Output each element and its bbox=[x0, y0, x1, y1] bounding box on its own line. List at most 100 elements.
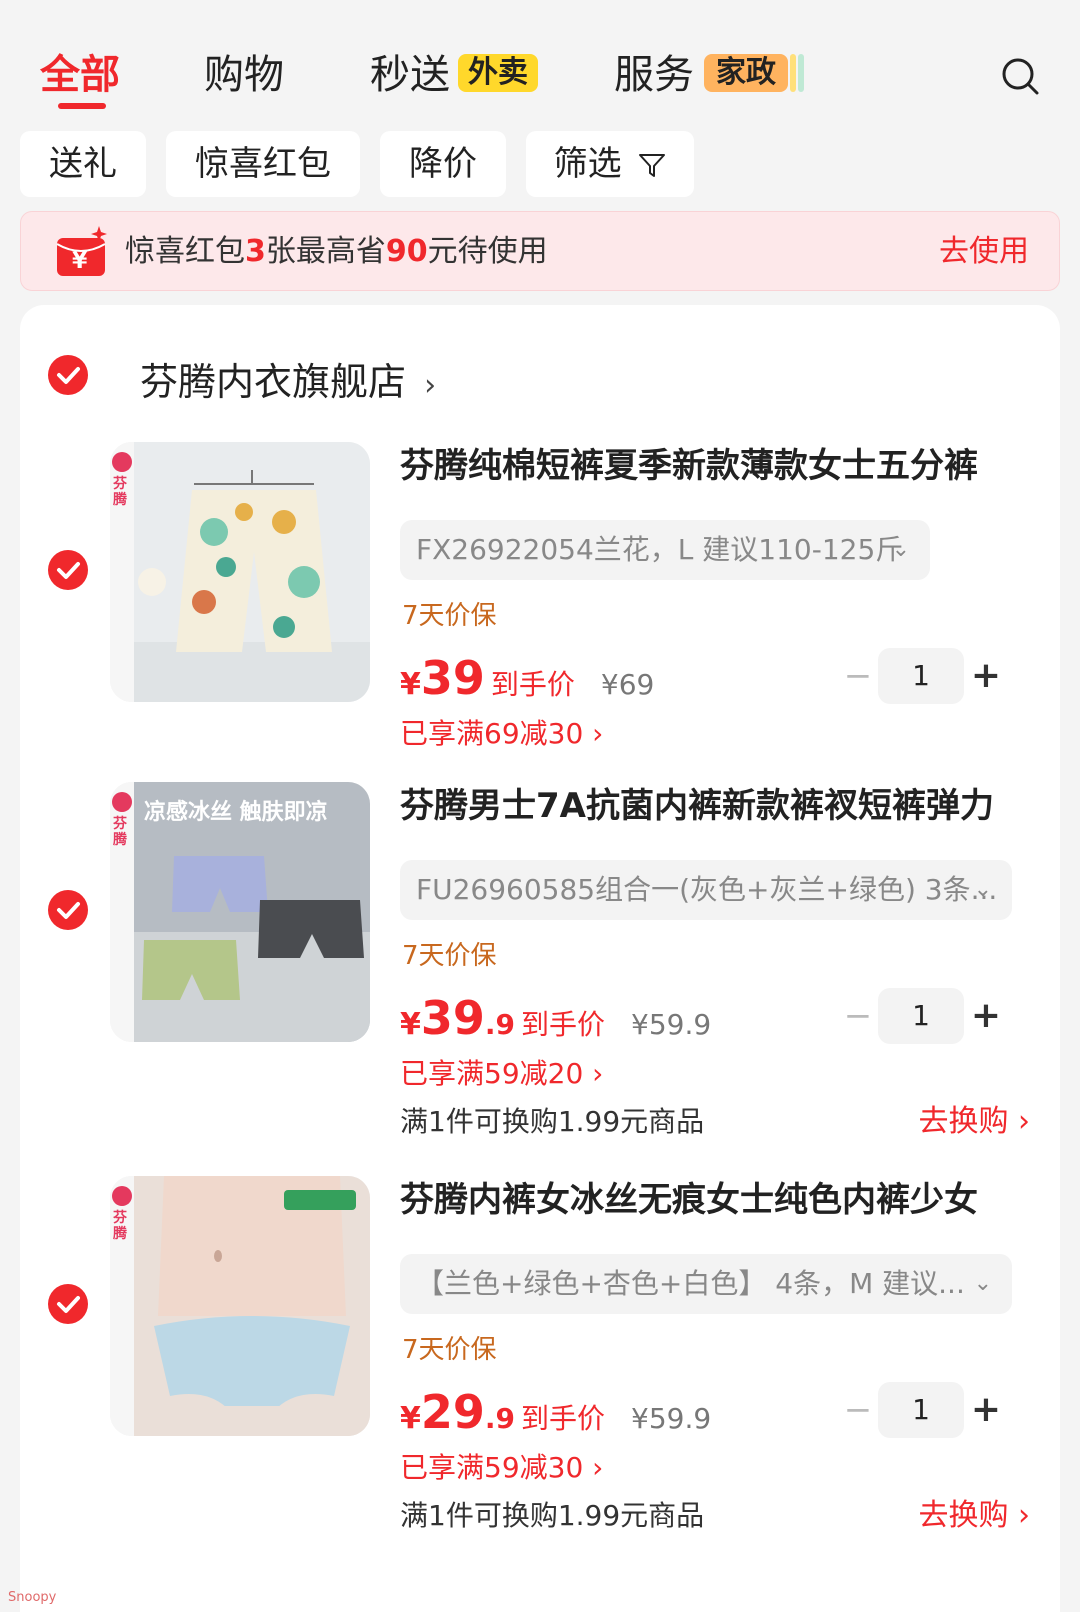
price-guarantee-label: 7天价保 bbox=[402, 601, 497, 631]
decrease-button[interactable]: − bbox=[838, 988, 878, 1044]
final-price: 29 bbox=[420, 1385, 485, 1439]
product-image[interactable]: 芬腾 凉感冰丝 触肤即凉 bbox=[110, 782, 370, 1042]
filter-gift[interactable]: 送礼 bbox=[20, 131, 146, 197]
takeaway-tag: 外卖 bbox=[458, 54, 538, 92]
tab-shopping[interactable]: 购物 bbox=[204, 48, 284, 102]
final-price-label: 到手价 bbox=[521, 1402, 606, 1435]
shorts-image bbox=[134, 442, 370, 702]
brand-strip: 芬腾 bbox=[110, 782, 134, 1042]
sku-text: FU26960585组合一(灰色+灰兰+绿色) 3条... bbox=[416, 873, 998, 906]
price-guarantee-label: 7天价保 bbox=[402, 941, 497, 971]
increase-button[interactable]: + bbox=[964, 1382, 1008, 1438]
quantity-stepper: − 1 + bbox=[838, 988, 1008, 1044]
final-price: 39 bbox=[420, 651, 485, 705]
sku-selector[interactable]: 【兰色+绿色+杏色+白色】 4条，M 建议... ⌄ bbox=[400, 1254, 1012, 1314]
sku-text: 【兰色+绿色+杏色+白色】 4条，M 建议... bbox=[416, 1267, 965, 1300]
swap-purchase-link[interactable]: 去换购 › bbox=[918, 1496, 1030, 1536]
price-row: ¥39 到手价 ¥69 bbox=[400, 651, 655, 705]
brand-text: 芬腾 bbox=[113, 816, 127, 848]
filter-red-packet[interactable]: 惊喜红包 bbox=[166, 131, 360, 197]
product-title[interactable]: 芬腾纯棉短裤夏季新款薄款女士五分裤 bbox=[400, 442, 978, 490]
watermark: Snoopy bbox=[8, 1590, 57, 1605]
promotion-link[interactable]: 已享满69减30 › bbox=[400, 714, 603, 754]
product-title[interactable]: 芬腾内裤女冰丝无痕女士纯色内裤少女 bbox=[400, 1176, 978, 1224]
search-icon[interactable] bbox=[1000, 56, 1040, 96]
funnel-icon bbox=[639, 153, 666, 177]
check-circle-icon[interactable] bbox=[48, 550, 88, 590]
promotion-link[interactable]: 已享满59减30 › bbox=[400, 1448, 603, 1488]
product-image[interactable]: 芬腾 bbox=[110, 1176, 370, 1436]
store-name-link[interactable]: 芬腾内衣旗舰店 › bbox=[140, 355, 436, 413]
tab-all[interactable]: 全部 bbox=[40, 48, 120, 102]
brand-text: 芬腾 bbox=[113, 1210, 127, 1242]
briefs-image bbox=[134, 1176, 370, 1436]
use-red-packet-link[interactable]: 去使用 bbox=[939, 212, 1029, 292]
swap-offer-text: 满1件可换购1.99元商品 bbox=[400, 1499, 705, 1532]
tag-stripe bbox=[798, 54, 804, 92]
red-packet-message: 惊喜红包3张最高省90元待使用 bbox=[125, 234, 548, 269]
tab-instant-delivery[interactable]: 秒送 外卖 bbox=[370, 48, 538, 102]
product-image[interactable]: 芬腾 bbox=[110, 442, 370, 702]
sku-selector[interactable]: FX26922054兰花，L 建议110-125斤 ⌄ bbox=[400, 520, 930, 580]
top-tab-bar: 全部 购物 秒送 外卖 服务 家政 bbox=[0, 0, 1080, 125]
brand-logo-icon bbox=[112, 452, 132, 472]
quantity-input[interactable]: 1 bbox=[878, 648, 964, 704]
quantity-stepper: − 1 + bbox=[838, 648, 1008, 704]
check-circle-icon[interactable] bbox=[48, 1284, 88, 1324]
quantity-stepper: − 1 + bbox=[838, 1382, 1008, 1438]
final-price: 39 bbox=[420, 991, 485, 1045]
chevron-down-icon: ⌄ bbox=[973, 877, 992, 902]
tab-shopping-label: 购物 bbox=[204, 52, 284, 98]
chevron-down-icon: ⌄ bbox=[891, 537, 910, 562]
tab-all-label: 全部 bbox=[40, 52, 120, 98]
red-packet-banner[interactable]: ¥ 惊喜红包3张最高省90元待使用 去使用 bbox=[20, 211, 1060, 291]
price-row: ¥29.9 到手价 ¥59.9 bbox=[400, 1385, 712, 1439]
red-packet-count: 3 bbox=[245, 234, 266, 269]
image-headline: 凉感冰丝 触肤即凉 bbox=[144, 800, 328, 825]
check-circle-icon[interactable] bbox=[48, 355, 88, 395]
decrease-button[interactable]: − bbox=[838, 648, 878, 704]
increase-button[interactable]: + bbox=[964, 988, 1008, 1044]
swap-purchase-link[interactable]: 去换购 › bbox=[918, 1102, 1030, 1142]
price-row: ¥39.9 到手价 ¥59.9 bbox=[400, 991, 712, 1045]
store-cart-card: 芬腾内衣旗舰店 › 芬腾 芬腾纯棉短裤夏季新款薄款女士五分裤 FX2692205… bbox=[20, 305, 1060, 1612]
product-title[interactable]: 芬腾男士7A抗菌内裤新款裤衩短裤弹力 bbox=[400, 782, 994, 830]
sku-text: FX26922054兰花，L 建议110-125斤 bbox=[416, 533, 904, 566]
store-name: 芬腾内衣旗舰店 bbox=[140, 360, 407, 404]
swap-offer-text: 满1件可换购1.99元商品 bbox=[400, 1105, 705, 1138]
sku-selector[interactable]: FU26960585组合一(灰色+灰兰+绿色) 3条... ⌄ bbox=[400, 860, 1012, 920]
price-guarantee-label: 7天价保 bbox=[402, 1335, 497, 1365]
promotion-link[interactable]: 已享满59减20 › bbox=[400, 1054, 603, 1094]
check-circle-icon[interactable] bbox=[48, 890, 88, 930]
tab-services[interactable]: 服务 家政 bbox=[614, 48, 804, 102]
housekeeping-tag: 家政 bbox=[704, 54, 788, 92]
filter-button-label: 筛选 bbox=[553, 144, 622, 184]
red-packet-icon: ¥ bbox=[56, 226, 107, 276]
original-price: ¥59.9 bbox=[631, 1008, 712, 1041]
brand-logo-icon bbox=[112, 1186, 132, 1206]
final-price-label: 到手价 bbox=[521, 1008, 606, 1041]
tab-instant-delivery-label: 秒送 bbox=[370, 52, 450, 98]
active-tab-indicator bbox=[58, 103, 106, 109]
filter-price-drop[interactable]: 降价 bbox=[380, 131, 506, 197]
quantity-input[interactable]: 1 bbox=[878, 1382, 964, 1438]
tag-stripe bbox=[790, 54, 796, 92]
filter-gift-label: 送礼 bbox=[49, 144, 117, 184]
quantity-input[interactable]: 1 bbox=[878, 988, 964, 1044]
brand-strip: 芬腾 bbox=[110, 442, 134, 702]
brand-text: 芬腾 bbox=[113, 476, 127, 508]
filter-button[interactable]: 筛选 bbox=[526, 131, 694, 197]
chevron-down-icon: ⌄ bbox=[973, 1271, 992, 1296]
tab-services-label: 服务 bbox=[614, 52, 694, 98]
brand-logo-icon bbox=[112, 792, 132, 812]
brand-strip: 芬腾 bbox=[110, 1176, 134, 1436]
original-price: ¥69 bbox=[600, 668, 655, 701]
original-price: ¥59.9 bbox=[631, 1402, 712, 1435]
filter-red-packet-label: 惊喜红包 bbox=[195, 144, 331, 184]
final-price-label: 到手价 bbox=[490, 668, 575, 701]
decrease-button[interactable]: − bbox=[838, 1382, 878, 1438]
increase-button[interactable]: + bbox=[964, 648, 1008, 704]
svg-text:¥: ¥ bbox=[72, 249, 88, 274]
filter-price-drop-label: 降价 bbox=[409, 144, 477, 184]
red-packet-amount: 90 bbox=[385, 234, 428, 269]
